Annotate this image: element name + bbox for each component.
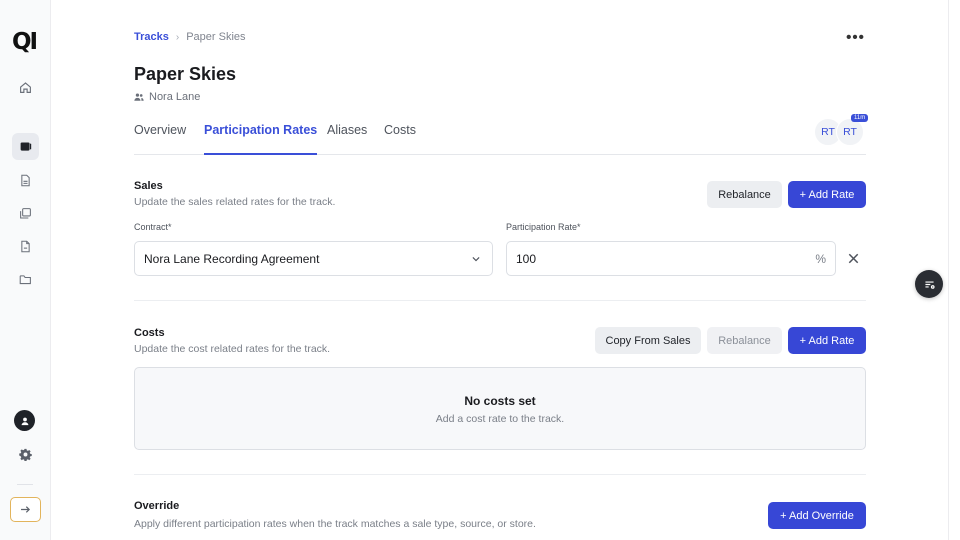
folder-icon[interactable] (12, 266, 39, 293)
sales-section-title: Sales (134, 180, 163, 192)
breadcrumb-current: Paper Skies (186, 31, 246, 43)
expand-sidebar-button[interactable] (10, 497, 41, 522)
app-logo[interactable]: QI (12, 29, 38, 55)
tab-participation-rates[interactable]: Participation Rates (204, 123, 318, 155)
contract-select[interactable]: Nora Lane Recording Agreement (134, 241, 493, 276)
sidebar: QI (0, 0, 51, 540)
participation-rate-input[interactable]: 100 % (506, 241, 836, 276)
file-icon[interactable] (12, 233, 39, 260)
track-owner: Nora Lane (134, 91, 200, 103)
costs-rebalance-button[interactable]: Rebalance (707, 327, 782, 354)
breadcrumb-tracks-link[interactable]: Tracks (134, 31, 169, 43)
empty-state-title: No costs set (464, 394, 536, 408)
copy-from-sales-button[interactable]: Copy From Sales (595, 327, 701, 354)
section-divider (134, 474, 866, 475)
collaborator-avatar[interactable]: RT (836, 118, 864, 146)
document-icon[interactable] (12, 167, 39, 194)
chevron-right-icon: › (175, 31, 180, 43)
costs-add-rate-button[interactable]: + Add Rate (788, 327, 866, 354)
gear-icon[interactable] (12, 441, 39, 468)
participation-rate-value: 100 (516, 251, 537, 266)
tracks-icon[interactable] (12, 133, 39, 160)
floating-action-button[interactable] (915, 270, 943, 298)
add-override-button[interactable]: + Add Override (768, 502, 866, 529)
tab-bar: Overview Participation Rates Aliases Cos… (134, 123, 866, 155)
right-panel-edge (948, 0, 960, 540)
contract-label: Contract* (134, 222, 172, 232)
percent-suffix: % (815, 252, 826, 266)
override-section-title: Override (134, 500, 180, 512)
empty-state-subtitle: Add a cost rate to the track. (435, 413, 565, 425)
list-filter-icon (924, 280, 935, 289)
participation-rate-label: Participation Rate* (506, 222, 581, 232)
tab-costs[interactable]: Costs (384, 123, 416, 155)
contract-select-value: Nora Lane Recording Agreement (144, 251, 320, 266)
chevron-down-icon (472, 257, 480, 262)
stack-icon[interactable] (12, 200, 39, 227)
home-icon[interactable] (12, 74, 39, 101)
costs-section-title: Costs (134, 327, 165, 339)
tab-overview[interactable]: Overview (134, 123, 186, 155)
sales-add-rate-button[interactable]: + Add Rate (788, 181, 866, 208)
costs-empty-state: No costs set Add a cost rate to the trac… (134, 367, 866, 450)
section-divider (134, 300, 866, 301)
sidebar-divider (17, 484, 33, 485)
sales-section-subtitle: Update the sales related rates for the t… (134, 196, 336, 208)
page-title: Paper Skies (134, 64, 237, 84)
user-avatar[interactable] (14, 410, 35, 431)
breadcrumb: Tracks › Paper Skies (134, 31, 246, 43)
sales-rebalance-button[interactable]: Rebalance (707, 181, 782, 208)
more-options-button[interactable]: ••• (843, 28, 868, 46)
tab-aliases[interactable]: Aliases (327, 123, 367, 155)
arrow-right-icon (21, 506, 31, 513)
override-section-subtitle: Apply different participation rates when… (134, 518, 536, 530)
last-active-badge: 11m (851, 114, 869, 122)
owner-name: Nora Lane (149, 91, 201, 103)
close-icon[interactable] (846, 251, 861, 266)
app-window: QI Tracks › Paper Skies ••• Paper Skies … (0, 0, 960, 540)
costs-section-subtitle: Update the cost related rates for the tr… (134, 343, 331, 355)
users-icon (134, 93, 144, 101)
